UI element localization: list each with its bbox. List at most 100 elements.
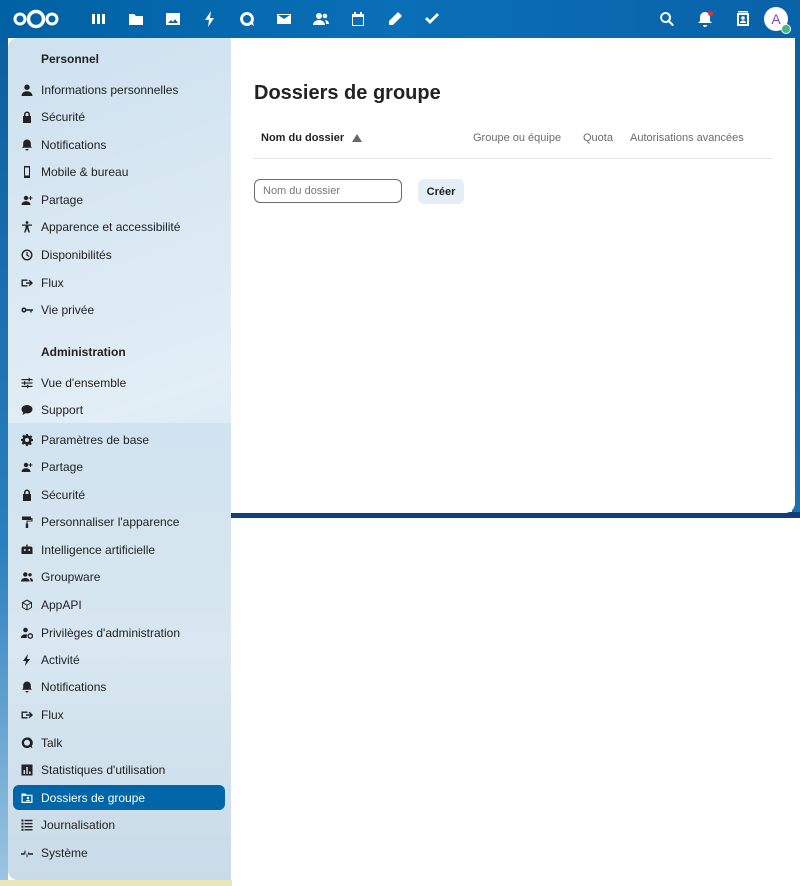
sidebar-item-label: Groupware <box>41 569 101 584</box>
search-icon[interactable] <box>648 4 686 34</box>
sidebar-item-sharing[interactable]: Partage <box>13 187 225 212</box>
tune-icon <box>13 377 41 389</box>
sidebar-item-label: Informations personnelles <box>41 82 179 97</box>
sidebar-item-label: Sécurité <box>41 109 86 124</box>
avatar[interactable]: A <box>764 7 791 34</box>
sidebar-item-activity[interactable]: Activité <box>13 647 225 672</box>
sidebar-item-admin-flow[interactable]: Flux <box>13 702 225 727</box>
bottom-strip <box>0 880 232 886</box>
sidebar-item-personal-info[interactable]: Informations personnelles <box>13 77 225 102</box>
lock-icon <box>13 489 41 501</box>
calendar-icon[interactable] <box>339 4 376 34</box>
create-button[interactable]: Créer <box>418 179 464 204</box>
table-header: Nom du dossier Groupe ou équipe Quota Au… <box>253 126 773 159</box>
page-title: Dossiers de groupe <box>254 82 441 104</box>
sidebar-item-talk[interactable]: Talk <box>13 730 225 755</box>
sidebar-item-system[interactable]: Système <box>13 840 225 865</box>
sidebar-item-support[interactable]: Support <box>13 397 225 422</box>
sidebar-item-label: Paramètres de base <box>41 432 150 447</box>
sidebar-item-privacy[interactable]: Vie privée <box>13 297 225 322</box>
folder-name-input[interactable] <box>254 179 402 203</box>
key-icon <box>13 304 41 316</box>
sidebar-item-label: Activité <box>41 652 80 667</box>
sidebar-item-appearance[interactable]: Apparence et accessibilité <box>13 214 225 239</box>
sidebar-item-security[interactable]: Sécurité <box>13 104 225 129</box>
sidebar-item-admin-privileges[interactable]: Privilèges d'administration <box>13 620 225 645</box>
sidebar-item-appapi[interactable]: AppAPI <box>13 592 225 617</box>
sidebar-item-label: Notifications <box>41 679 107 694</box>
sidebar-item-theming[interactable]: Personnaliser l'apparence <box>13 509 225 534</box>
sidebar-item-admin-sharing[interactable]: Partage <box>13 454 225 479</box>
online-status-indicator <box>781 24 791 34</box>
pulse-icon <box>13 847 41 859</box>
notifications-icon[interactable] <box>686 4 724 34</box>
group-icon <box>13 571 41 583</box>
sidebar-item-label: Vue d'ensemble <box>41 375 127 390</box>
lightning-icon <box>13 653 41 666</box>
sidebar-item-label: Statistiques d'utilisation <box>41 762 166 777</box>
nextcloud-logo-icon[interactable] <box>12 8 60 30</box>
sidebar-item-label: Mobile & bureau <box>41 164 129 179</box>
list-icon <box>13 819 41 831</box>
sort-ascending-icon <box>352 134 363 143</box>
sidebar-item-label: Personnaliser l'apparence <box>41 514 180 529</box>
sidebar-item-ai[interactable]: Intelligence artificielle <box>13 537 225 562</box>
sidebar-item-usage-stats[interactable]: Statistiques d'utilisation <box>13 757 225 782</box>
user-cog-icon <box>13 627 41 639</box>
bell-icon <box>13 681 41 693</box>
contacts-icon[interactable] <box>302 4 339 34</box>
folder-account-icon <box>13 792 41 804</box>
sidebar-item-admin-notifications[interactable]: Notifications <box>13 674 225 699</box>
column-header-quota[interactable]: Quota <box>583 132 613 144</box>
sidebar-item-label: Talk <box>41 735 63 750</box>
mail-icon[interactable] <box>265 4 302 34</box>
top-bar: A <box>0 0 800 38</box>
column-header-acl[interactable]: Autorisations avancées <box>630 132 744 144</box>
sidebar-item-basic-settings[interactable]: Paramètres de base <box>13 427 225 452</box>
sidebar-item-group-folders[interactable]: Dossiers de groupe <box>13 785 225 810</box>
tasks-icon[interactable] <box>413 4 450 34</box>
dashboard-icon[interactable] <box>80 4 117 34</box>
chart-icon <box>13 764 41 776</box>
share-user-icon <box>13 194 41 206</box>
sidebar-item-logging[interactable]: Journalisation <box>13 812 225 837</box>
files-icon[interactable] <box>117 4 154 34</box>
sidebar-item-label: Dossiers de groupe <box>41 790 146 805</box>
notification-dot <box>708 11 713 16</box>
robot-icon <box>13 544 41 556</box>
sidebar-item-label: Sécurité <box>41 487 86 502</box>
main-content: Dossiers de groupe Nom du dossier Groupe… <box>231 38 795 513</box>
sidebar-item-overview[interactable]: Vue d'ensemble <box>13 370 225 395</box>
sidebar-item-label: Privilèges d'administration <box>41 625 181 640</box>
bell-icon <box>13 139 41 151</box>
notes-icon[interactable] <box>376 4 413 34</box>
sidebar-item-label: Apparence et accessibilité <box>41 219 181 234</box>
column-header-group[interactable]: Groupe ou équipe <box>473 132 561 144</box>
talk-icon <box>13 736 41 749</box>
sidebar-item-label: Partage <box>41 459 84 474</box>
sidebar-item-availability[interactable]: Disponibilités <box>13 242 225 267</box>
contacts-menu-icon[interactable] <box>724 4 762 34</box>
flow-icon <box>13 277 41 289</box>
photos-icon[interactable] <box>154 4 191 34</box>
sidebar-item-label: Journalisation <box>41 817 116 832</box>
activity-icon[interactable] <box>191 4 228 34</box>
sidebar-item-mobile-desktop[interactable]: Mobile & bureau <box>13 159 225 184</box>
clock-icon <box>13 249 41 261</box>
sidebar-item-notifications[interactable]: Notifications <box>13 132 225 157</box>
sidebar-item-admin-security[interactable]: Sécurité <box>13 482 225 507</box>
sidebar-item-label: Système <box>41 845 88 860</box>
sidebar-item-label: Flux <box>41 275 64 290</box>
column-header-label: Nom du dossier <box>261 132 345 144</box>
sidebar-item-label: Flux <box>41 707 64 722</box>
personal-section-title: Personnel <box>41 52 100 66</box>
sidebar-item-groupware[interactable]: Groupware <box>13 564 225 589</box>
background-left <box>0 38 8 886</box>
user-icon <box>13 84 41 96</box>
avatar-letter: A <box>771 11 781 27</box>
sidebar-item-label: Partage <box>41 192 84 207</box>
column-header-folder-name[interactable]: Nom du dossier <box>261 132 363 144</box>
app-navigation <box>80 4 450 34</box>
sidebar-item-flow[interactable]: Flux <box>13 270 225 295</box>
talk-icon[interactable] <box>228 4 265 34</box>
